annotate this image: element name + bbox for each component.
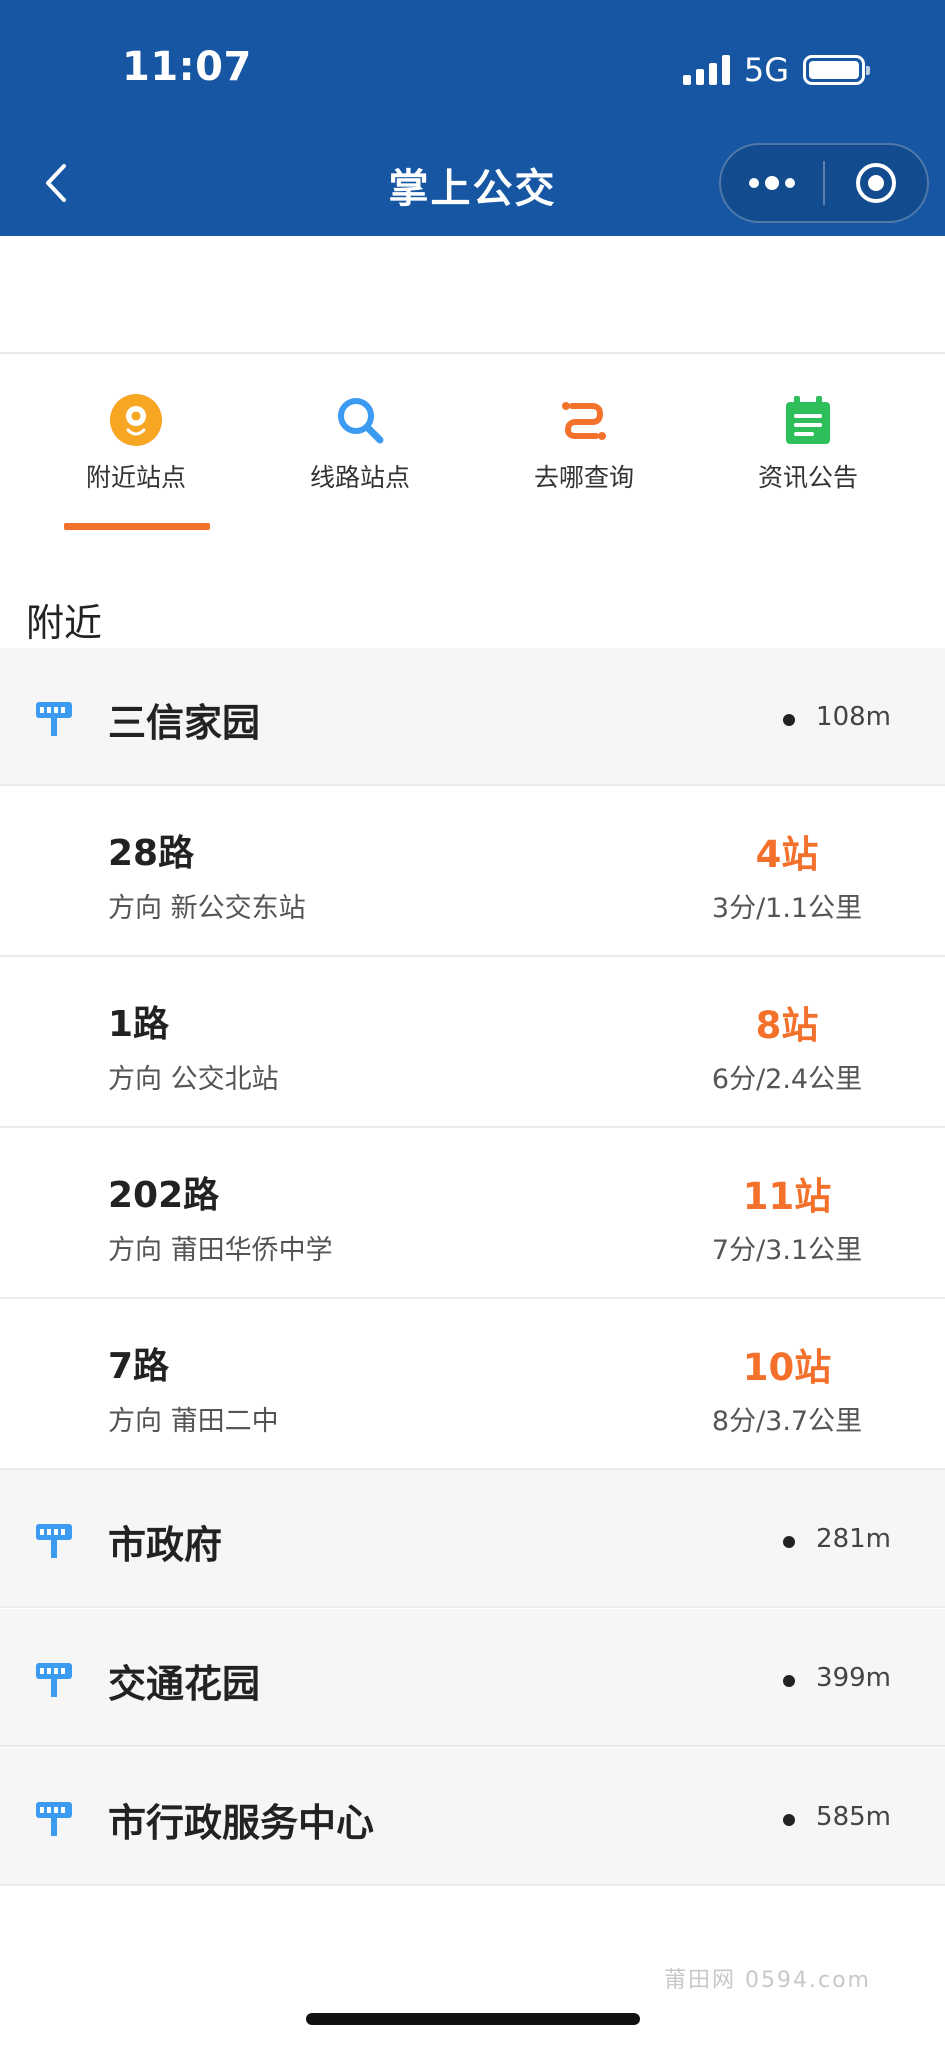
stops-away: 10站 xyxy=(742,1346,832,1389)
tab-label: 去哪查询 xyxy=(533,463,634,492)
bullet-dot xyxy=(783,1675,795,1687)
eta-distance: 7分/3.1公里 xyxy=(711,1235,863,1266)
stop-row[interactable]: 交通花园 399m xyxy=(0,1609,945,1747)
route-direction: 方向 莆田华侨中学 xyxy=(108,1235,333,1266)
location-pin-icon xyxy=(110,394,162,446)
more-button[interactable] xyxy=(721,145,823,221)
active-tab-indicator xyxy=(64,523,210,530)
stop-distance: 585m xyxy=(816,1802,891,1832)
bus-stop-icon xyxy=(36,1663,72,1697)
stops-away: 11站 xyxy=(742,1175,832,1218)
eta-distance: 6分/2.4公里 xyxy=(711,1064,863,1095)
route-row[interactable]: 28路 方向 新公交东站 4站 3分/1.1公里 xyxy=(0,786,945,957)
eta-distance: 3分/1.1公里 xyxy=(711,893,863,924)
bullet-dot xyxy=(783,1536,795,1548)
bus-stop-icon xyxy=(36,702,72,736)
tab-label: 线路站点 xyxy=(309,463,410,492)
bus-stop-icon xyxy=(36,1524,72,1558)
route-name: 1路 xyxy=(108,1004,170,1045)
stop-distance: 281m xyxy=(816,1524,891,1554)
watermark: 莆田网 0594.com xyxy=(664,1968,871,1993)
bullet-dot xyxy=(783,1814,795,1826)
mini-program-capsule xyxy=(719,143,929,223)
stop-name: 三信家园 xyxy=(108,701,261,745)
stop-row[interactable]: 市行政服务中心 585m xyxy=(0,1748,945,1886)
stop-distance: 399m xyxy=(816,1663,891,1693)
route-direction: 方向 公交北站 xyxy=(108,1064,279,1095)
eta-distance: 8分/3.7公里 xyxy=(711,1406,863,1437)
status-time: 11:07 xyxy=(122,44,252,90)
stops-away: 4站 xyxy=(755,833,819,876)
route-row[interactable]: 1路 方向 公交北站 8站 6分/2.4公里 xyxy=(0,957,945,1128)
route-name: 202路 xyxy=(108,1175,220,1216)
bus-stop-icon xyxy=(36,1802,72,1836)
bullet-dot xyxy=(783,714,795,726)
section-title: 附近 xyxy=(26,601,103,645)
battery-icon xyxy=(803,55,870,85)
route-name: 7路 xyxy=(108,1346,170,1387)
stop-row[interactable]: 市政府 281m xyxy=(0,1470,945,1608)
notice-board-icon xyxy=(786,396,830,444)
route-icon xyxy=(562,402,606,440)
target-circle-icon xyxy=(856,163,896,203)
header-bar: 11:07 5G 掌上公交 xyxy=(0,0,945,236)
search-icon xyxy=(338,398,384,444)
stop-name: 交通花园 xyxy=(108,1662,261,1706)
route-row[interactable]: 7路 方向 莆田二中 10站 8分/3.7公里 xyxy=(0,1299,945,1470)
stop-distance: 108m xyxy=(816,702,891,732)
tab-nearby-stops[interactable]: 附近站点 xyxy=(24,354,248,530)
more-dots-icon xyxy=(749,176,795,190)
network-type: 5G xyxy=(743,51,789,89)
stops-away: 8站 xyxy=(755,1004,819,1047)
route-name: 28路 xyxy=(108,833,195,874)
tab-label: 资讯公告 xyxy=(757,463,858,492)
close-mini-program-button[interactable] xyxy=(825,145,927,221)
status-indicators: 5G xyxy=(682,50,870,90)
route-row[interactable]: 202路 方向 莆田华侨中学 11站 7分/3.1公里 xyxy=(0,1128,945,1299)
home-indicator[interactable] xyxy=(306,2013,640,2025)
stop-name: 市政府 xyxy=(108,1523,223,1567)
tab-news-notices[interactable]: 资讯公告 xyxy=(696,354,920,530)
route-direction: 方向 新公交东站 xyxy=(108,893,306,924)
stop-row[interactable]: 三信家园 108m xyxy=(0,648,945,786)
stop-name: 市行政服务中心 xyxy=(108,1801,375,1845)
category-tabs: 附近站点 线路站点 去哪查询 资讯公告 xyxy=(0,354,945,530)
banner-area xyxy=(0,236,945,354)
tab-label: 附近站点 xyxy=(85,463,186,492)
signal-icon xyxy=(682,55,730,85)
route-direction: 方向 莆田二中 xyxy=(108,1406,279,1437)
tab-route-stops[interactable]: 线路站点 xyxy=(248,354,472,530)
tab-destination-search[interactable]: 去哪查询 xyxy=(472,354,696,530)
